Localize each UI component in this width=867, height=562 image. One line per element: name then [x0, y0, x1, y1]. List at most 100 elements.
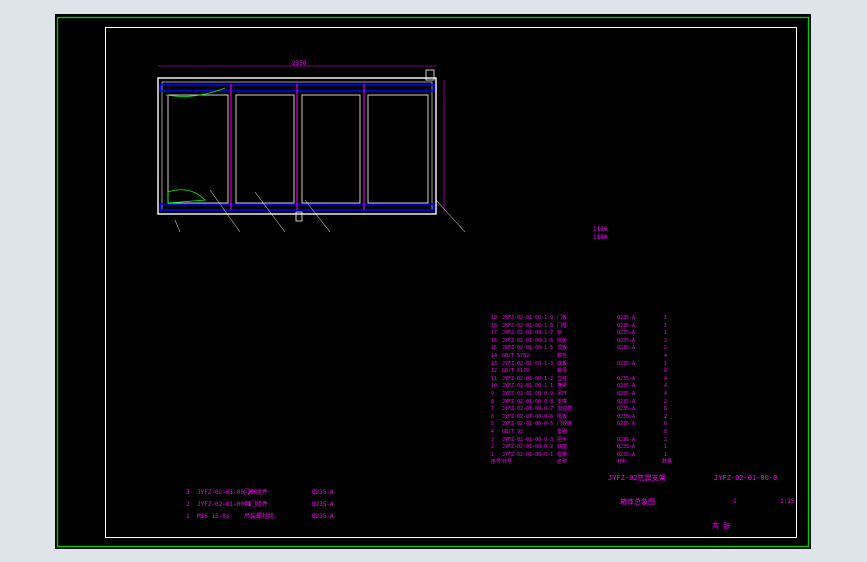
bom-row-name: 底板: [557, 360, 568, 367]
bom-row-no: 19: [491, 315, 498, 321]
bom-row-name: 支撑: [557, 398, 568, 405]
bom-row-code: GB/T 5782: [502, 353, 530, 359]
left-row-name: 吊装螺栓组: [244, 513, 275, 520]
bom-row-no: 5: [491, 421, 495, 428]
bom-row-no: 1: [491, 451, 495, 458]
bom-row-no: 11: [491, 375, 498, 382]
bom-row-code: JYFZ-02-01-00-1-8: [502, 322, 554, 329]
bom-row-qty: 2: [664, 398, 668, 405]
title-sheet: 1: [733, 498, 737, 505]
bom-header-no: 序号: [491, 459, 502, 466]
bom-row-qty: 4: [664, 375, 668, 382]
bom-row-name: 门铰链: [557, 421, 573, 428]
bom-row-name: 门框: [557, 322, 568, 329]
bom-row-material: Q235-A: [617, 436, 636, 443]
bom-row-qty: 8: [664, 368, 668, 375]
left-row-name: 门框组件: [244, 489, 269, 496]
bom-row-qty: 4: [664, 391, 668, 397]
bom-row-no: 16: [491, 337, 498, 344]
bom-row-material: Q235-A: [617, 406, 636, 413]
title-drawing-no: JYFZ-02-01-00-0: [714, 474, 778, 482]
bom-row-material: Q235-A: [617, 330, 636, 337]
bom-row-material: Q235-A: [617, 451, 636, 458]
drawing-area: [55, 14, 811, 549]
bom-row-code: JYFZ-02-01-00-1-1: [502, 383, 554, 390]
bom-row-code: GB/T 93: [502, 429, 524, 435]
bom-row-code: JYFZ-02-01-00-0-1: [502, 451, 554, 458]
bom-row-qty: 1: [664, 444, 668, 451]
bom-row-material: Q235-A: [617, 315, 636, 321]
bom-row-no: 8: [491, 398, 495, 405]
bom-row-no: 18: [491, 322, 498, 329]
title-unit: 共 张: [712, 522, 731, 530]
bom-row-name: 螺栓: [557, 353, 568, 359]
bom-row-qty: 1: [664, 330, 668, 337]
bom-row-qty: 6: [664, 421, 668, 428]
left-row-code: M16 15-8s: [197, 513, 230, 520]
bom-row-no: 6: [491, 413, 495, 420]
bom-row-name: 隔板: [557, 413, 568, 420]
bom-row-code: JYFZ-02-01-00-1-3: [502, 360, 554, 367]
side-dimension-lower: 1180: [593, 234, 608, 241]
bom-row-qty: 2: [664, 413, 668, 420]
bom-row-qty: 8: [664, 429, 668, 435]
bom-row-code: JYFZ-02-01-00-1-7: [502, 330, 554, 337]
bom-row-qty: 2: [664, 436, 668, 443]
bom-row-code: JYFZ-02-01-00-0-5: [502, 421, 554, 428]
bom-row-name: 锁: [557, 330, 563, 337]
bom-row-code: GB/T 6170: [502, 368, 530, 375]
title-name: 箱体总装图: [620, 498, 655, 506]
title-project: JYFZ-02抗震支架: [608, 474, 666, 482]
left-row-material: Q235-A: [312, 489, 334, 496]
bom-row-code: JYFZ-02-01-00-0-8: [502, 398, 554, 405]
bom-row-qty: 4: [664, 383, 668, 390]
bom-row-name: 底座: [557, 444, 568, 451]
bom-row-qty: 2: [664, 337, 668, 344]
bom-row-code: JYFZ-02-01-00-0-7: [502, 406, 554, 413]
bom-row-qty: 6: [664, 406, 668, 413]
bom-row-qty: 1: [664, 451, 668, 458]
bom-row-code: JYFZ-02-01-00-1-6: [502, 337, 554, 344]
bom-row-material: Q235-A: [617, 322, 636, 329]
bom-row-material: Q235-A: [617, 421, 636, 428]
bom-header-code: 代号: [502, 459, 513, 466]
bom-row-material: Q235-A: [617, 398, 636, 405]
bom-row-name: 加强筋: [557, 406, 573, 413]
bom-row-no: 17: [491, 330, 498, 337]
bom-row-name: 框架: [557, 451, 568, 458]
left-row-material: Q235-A: [312, 501, 334, 508]
bom-row-qty: 4: [664, 353, 668, 359]
bom-row-code: JYFZ-02-01-00-0-2: [502, 444, 554, 451]
side-dimension-upper: 1100: [593, 226, 608, 233]
bom-row-name: 门板: [557, 315, 568, 321]
bom-row-name: 螺母: [557, 368, 568, 375]
bom-row-no: 14: [491, 353, 498, 359]
bom-row-name: 侧板: [557, 337, 568, 344]
bom-row-material: Q235-A: [617, 413, 636, 420]
bom-row-code: JYFZ-02-01-00-0-9: [502, 391, 554, 397]
bom-row-material: Q235-A: [617, 383, 636, 390]
bom-row-qty: 1: [664, 322, 668, 329]
bom-row-name: 横梁: [557, 383, 568, 390]
bom-row-no: 4: [491, 429, 495, 435]
left-row-no: 3: [186, 489, 190, 496]
bom-row-code: JYFZ-02-01-00-1-9: [502, 315, 554, 321]
bom-row-no: 9: [491, 391, 495, 397]
bom-row-no: 12: [491, 368, 498, 375]
bom-row-code: JYFZ-02-01-00-0-6: [502, 413, 554, 420]
bom-row-no: 3: [491, 436, 495, 443]
front-dimension: 2350: [292, 60, 307, 67]
bom-row-material: Q235-A: [617, 375, 636, 382]
left-row-material: Q235-A: [312, 513, 334, 520]
bom-row-material: Q235-A: [617, 391, 636, 397]
bom-row-no: 15: [491, 345, 498, 352]
left-row-no: 1: [186, 513, 190, 520]
bom-row-material: Q235-A: [617, 444, 636, 451]
bom-header-material: 材料: [617, 459, 628, 466]
title-scale: 1:15: [780, 498, 795, 505]
bom-row-name: 立柱: [557, 375, 568, 382]
bom-row-code: JYFZ-02-01-00-0-3: [502, 436, 554, 443]
bom-row-material: Q235-A: [617, 345, 636, 352]
bom-row-name: 垫圈: [557, 429, 568, 435]
bom-row-name: 把手: [557, 436, 568, 443]
